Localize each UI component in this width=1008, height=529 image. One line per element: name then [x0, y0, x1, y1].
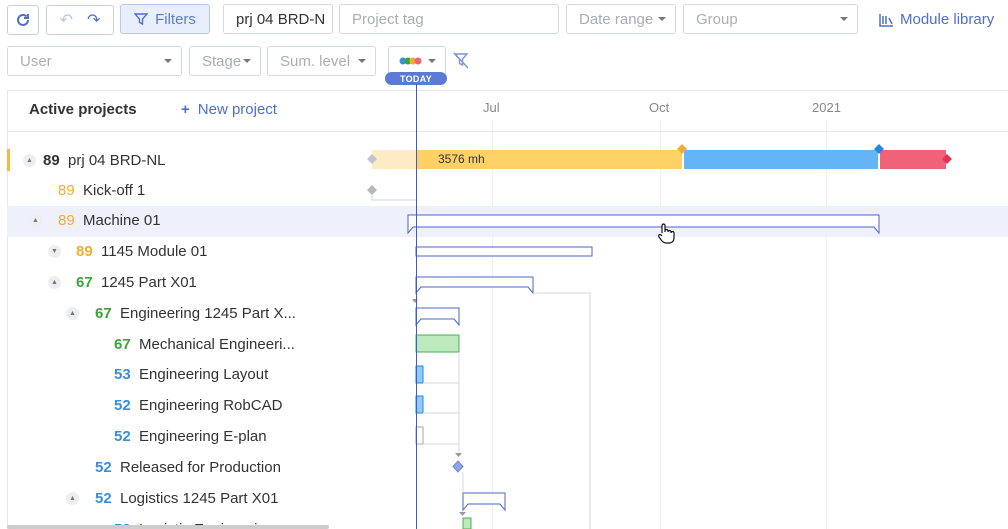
clear-filter-icon[interactable]	[453, 52, 469, 74]
timeline-month: Oct	[649, 100, 670, 115]
chevron-down-icon	[428, 59, 436, 63]
library-icon	[879, 13, 893, 27]
tree-row[interactable]: ▲ 67 Engineering 1245 Part X...	[7, 299, 1008, 330]
tree-row-project[interactable]: ▲ 89 prj 04 BRD-NL	[7, 146, 1008, 177]
collapse-icon[interactable]: ▲	[66, 307, 79, 320]
new-project-label: New project	[197, 101, 277, 118]
row-score: 52	[95, 490, 112, 507]
tree-row[interactable]: 53 Engineering Layout	[7, 360, 1008, 391]
plus-icon: +	[181, 101, 190, 118]
redo-icon[interactable]: ↷	[87, 10, 100, 30]
undo-redo-group: ↶ ↷	[46, 5, 114, 35]
row-score: 52	[114, 397, 131, 414]
project-search-value: prj 04 BRD-N	[236, 10, 326, 28]
row-score: 67	[76, 274, 93, 291]
tree-row[interactable]: ▲ 52 Logistics 1245 Part X01	[7, 484, 1008, 515]
refresh-icon	[17, 13, 29, 26]
row-label: Engineering 1245 Part X...	[120, 305, 296, 322]
tree-row[interactable]: ▲ 67 1245 Part X01	[7, 268, 1008, 299]
row-score: 89	[76, 243, 93, 260]
project-search-input[interactable]: prj 04 BRD-N	[223, 4, 333, 34]
filter-icon	[134, 13, 149, 26]
project-tag-input[interactable]: Project tag	[339, 4, 559, 34]
chevron-down-icon	[840, 17, 848, 21]
row-label: 1145 Module 01	[101, 243, 208, 260]
date-range-select[interactable]: Date range	[566, 4, 676, 34]
panel-border	[7, 90, 1008, 91]
new-project-button[interactable]: + New project	[181, 101, 277, 118]
tree-row[interactable]: ▲ 89 Machine 01	[7, 206, 1008, 237]
stage-placeholder: Stage	[202, 52, 242, 70]
row-label: 1245 Part X01	[101, 274, 197, 291]
collapse-icon[interactable]: ▲	[48, 276, 61, 289]
row-label: Released for Production	[120, 459, 281, 476]
row-label: Engineering E-plan	[139, 428, 267, 445]
filters-label: Filters	[155, 10, 196, 28]
sum-level-placeholder: Sum. level	[280, 52, 351, 70]
panel-title: Active projects	[29, 101, 137, 118]
undo-icon[interactable]: ↶	[60, 10, 73, 30]
tree-row[interactable]: 89 Kick-off 1	[7, 176, 1008, 207]
user-placeholder: User	[20, 52, 52, 70]
timeline-month: 2021	[812, 100, 841, 115]
tree-row[interactable]: 52 Engineering RobCAD	[7, 391, 1008, 422]
today-line	[416, 84, 417, 529]
project-accent-bar	[7, 149, 10, 171]
row-score: 53	[114, 366, 131, 383]
project-tag-placeholder: Project tag	[352, 10, 424, 28]
hand-cursor-icon	[657, 223, 675, 250]
row-score: 89	[43, 152, 60, 169]
row-label: Machine 01	[83, 212, 161, 229]
group-select[interactable]: Group	[683, 4, 858, 34]
tree-row[interactable]: 52 Engineering E-plan	[7, 422, 1008, 453]
date-range-placeholder: Date range	[579, 10, 654, 28]
tree-row[interactable]: ▼ 89 1145 Module 01	[7, 237, 1008, 268]
row-label: Kick-off 1	[83, 182, 146, 199]
row-score: 89	[58, 212, 75, 229]
header-divider	[7, 131, 1008, 132]
row-score: 52	[95, 459, 112, 476]
group-placeholder: Group	[696, 10, 738, 28]
chevron-down-icon	[358, 59, 366, 63]
row-score: 67	[114, 336, 131, 353]
expand-icon[interactable]: ▼	[48, 245, 61, 258]
row-score: 52	[114, 428, 131, 445]
sum-level-select[interactable]: Sum. level	[267, 46, 376, 76]
refresh-button[interactable]	[7, 5, 39, 35]
row-label: prj 04 BRD-NL	[68, 152, 166, 169]
row-label: Engineering Layout	[139, 366, 269, 383]
module-library-button[interactable]: Module library	[879, 11, 994, 28]
stage-select[interactable]: Stage	[189, 46, 261, 76]
row-score: 89	[58, 182, 75, 199]
filters-button[interactable]: Filters	[120, 4, 210, 34]
row-score: 67	[95, 305, 112, 322]
row-label: Logistics 1245 Part X01	[120, 490, 279, 507]
project-bar-label: 3576 mh	[438, 152, 485, 166]
tree-row[interactable]: 52 Released for Production	[7, 453, 1008, 484]
row-label: Engineering RobCAD	[139, 397, 283, 414]
collapse-icon[interactable]: ▲	[66, 492, 79, 505]
collapse-icon[interactable]: ▲	[29, 214, 42, 227]
row-label: Mechanical Engineeri...	[139, 336, 295, 353]
chevron-down-icon	[658, 17, 666, 21]
horizontal-scrollbar[interactable]	[7, 525, 329, 529]
chevron-down-icon	[164, 59, 172, 63]
tree-row[interactable]: 67 Mechanical Engineeri...	[7, 330, 1008, 361]
chevron-down-icon	[243, 59, 251, 63]
collapse-icon[interactable]: ▲	[23, 154, 36, 167]
timeline-month: Jul	[483, 100, 500, 115]
user-select[interactable]: User	[7, 46, 182, 76]
module-library-label: Module library	[900, 11, 995, 28]
color-dots-icon	[399, 57, 422, 65]
